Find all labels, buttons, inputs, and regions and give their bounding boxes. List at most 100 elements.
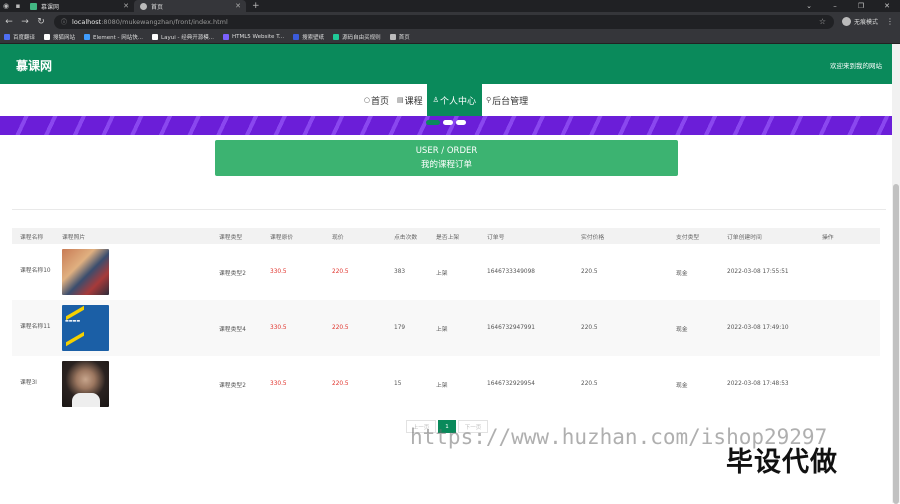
bookmark-icon <box>152 34 159 40</box>
course-photo <box>62 361 109 407</box>
bookmark-item[interactable]: 首页 <box>389 33 410 41</box>
browser-tab-1[interactable]: 首页 ✕ <box>134 0 246 12</box>
column-header: 是否上架 <box>436 234 460 241</box>
course-name-cell: 课程名称11 <box>20 324 51 331</box>
more-menu-icon[interactable]: ⋮ <box>886 17 894 26</box>
order-table: 课程名称 课程照片 课程类型 课程原价 现价 点击次数 是否上架 订单号 实付价格 支付类型 订单创… <box>12 228 880 412</box>
carousel-dot[interactable] <box>456 120 466 125</box>
bookmark-item[interactable]: 搜狐网站 <box>44 33 75 41</box>
bookmark-label: Element - 网站快... <box>93 35 144 41</box>
column-header: 订单号 <box>487 234 505 241</box>
close-icon[interactable]: ✕ <box>123 2 129 10</box>
profile-button[interactable]: 无痕模式 <box>842 17 878 26</box>
bookmark-item[interactable]: 百度翻译 <box>4 33 35 41</box>
bookmark-icon <box>4 34 10 40</box>
bookmark-label: 搜狐网站 <box>53 35 76 41</box>
course-photo-cell <box>54 361 211 407</box>
globe-tab-icon <box>140 2 147 10</box>
forward-icon[interactable]: → <box>18 17 32 27</box>
list-icon: ▤ <box>397 96 404 104</box>
payment-type-cell: 现金 <box>676 270 688 277</box>
banner-carousel <box>0 116 892 135</box>
bookmark-icon <box>44 34 51 40</box>
section-title-box: USER / ORDER 我的课程订单 <box>215 140 678 176</box>
table-row[interactable]: 课程3l 课程类型2 330.5 220.5 15 上架 1646732929954 220.… <box>12 356 880 412</box>
carousel-dot[interactable] <box>443 120 453 125</box>
table-row[interactable]: 课程名称11 ▬▬▬▬ 课程类型4 330.5 220.5 179 上架 1646732947… <box>12 300 880 356</box>
site-logo[interactable]: 慕课网 <box>16 57 52 74</box>
browser-tab-0[interactable]: 慕课网 ✕ <box>24 0 134 12</box>
url-input[interactable]: ⓘ localhost:8080/mukewangzhan/front/inde… <box>54 14 834 29</box>
column-header: 支付类型 <box>676 234 700 241</box>
browser-menu-icon[interactable]: ◉ <box>0 0 12 12</box>
order-number-cell: 1646732929954 <box>487 381 535 387</box>
column-header: 操作 <box>822 234 834 241</box>
reload-icon[interactable]: ↻ <box>34 17 48 27</box>
paid-price-cell: 220.5 <box>581 269 598 275</box>
column-header: 点击次数 <box>394 234 418 241</box>
nav-label: 个人中心 <box>439 96 476 107</box>
bookmark-label: HTML5 Website T... <box>231 34 285 40</box>
payment-type-cell: 现金 <box>676 382 688 389</box>
bookmark-icon <box>333 34 340 40</box>
bookmark-item[interactable]: HTML5 Website T... <box>222 34 285 40</box>
column-header: 课程照片 <box>62 234 86 241</box>
carousel-indicators <box>426 120 469 125</box>
nav-label: 课程 <box>404 96 423 107</box>
carousel-dot[interactable] <box>426 120 440 125</box>
bookmark-item[interactable]: 源码自由买规则 <box>333 33 381 41</box>
bookmark-label: Layui - 经典开源模... <box>161 35 214 41</box>
nav-courses[interactable]: ▤ 课程 <box>393 84 427 116</box>
bookmark-item[interactable]: Layui - 经典开源模... <box>152 33 214 41</box>
page-scrollbar[interactable] <box>892 44 900 504</box>
paid-price-cell: 220.5 <box>581 325 598 331</box>
scrollbar-thumb[interactable] <box>893 184 899 504</box>
back-icon[interactable]: ← <box>2 17 16 27</box>
nav-admin[interactable]: ⚲ 后台管理 <box>482 84 532 116</box>
close-icon[interactable]: ✕ <box>235 2 241 10</box>
bookmark-icon <box>222 34 229 40</box>
minimize-icon[interactable]: – <box>822 0 848 12</box>
browser-tab-search-icon[interactable]: ▪ <box>12 0 24 12</box>
tab-title: 首页 <box>151 3 164 11</box>
bookmark-star-icon[interactable]: ☆ <box>819 17 826 26</box>
on-shelf-cell: 上架 <box>436 270 448 277</box>
nav-home[interactable]: ○ 首页 <box>360 84 393 116</box>
bookmark-icon <box>293 34 300 40</box>
new-tab-button[interactable]: + <box>252 0 260 12</box>
clicks-cell: 15 <box>394 381 402 387</box>
nav-user-center[interactable]: ♙ 个人中心 <box>426 84 482 116</box>
user-icon: ♙ <box>432 96 439 104</box>
info-icon[interactable]: ⓘ <box>61 17 67 26</box>
paid-price-cell: 220.5 <box>581 381 598 387</box>
bookmark-label: 搜索壁纸 <box>302 35 325 41</box>
site-header: 慕课网 欢迎来到我的网站 <box>0 44 892 84</box>
close-window-icon[interactable]: ✕ <box>874 0 900 12</box>
column-header: 课程原价 <box>270 234 294 241</box>
bookmark-label: 百度翻译 <box>13 35 36 41</box>
bookmark-item[interactable]: 搜索壁纸 <box>293 33 324 41</box>
column-header: 现价 <box>332 234 344 241</box>
maximize-icon[interactable]: ❐ <box>848 0 874 12</box>
clicks-cell: 383 <box>394 269 406 275</box>
course-photo: ▬▬▬▬ <box>62 305 109 351</box>
address-bar-row: ← → ↻ ⓘ localhost:8080/mukewangzhan/fron… <box>0 12 900 31</box>
bookmark-item[interactable]: Element - 网站快... <box>84 33 143 41</box>
table-header-row: 课程名称 课程照片 课程类型 课程原价 现价 点击次数 是否上架 订单号 实付价格 支付类型 订单创… <box>12 228 880 244</box>
order-number-cell: 1646732947991 <box>487 325 535 331</box>
course-type-cell: 课程类型4 <box>219 326 246 333</box>
created-time-cell: 2022-03-08 17:48:53 <box>727 381 789 387</box>
tab-title: 慕课网 <box>41 3 60 11</box>
column-header: 订单创建时间 <box>727 234 762 241</box>
created-time-cell: 2022-03-08 17:55:51 <box>727 269 789 275</box>
table-row[interactable]: 课程名称10 课程类型2 330.5 220.5 383 上架 1646733349098 2… <box>12 244 880 300</box>
clicks-cell: 179 <box>394 325 406 331</box>
price-cell: 220.5 <box>332 381 349 387</box>
watermark-text: 毕设代做 <box>726 447 838 478</box>
bookmark-label: 首页 <box>398 35 410 41</box>
section-title-en: USER / ORDER <box>415 146 478 156</box>
tab-dropdown-icon[interactable]: ⌄ <box>796 0 822 12</box>
url-path: :8080/mukewangzhan/front/index.html <box>101 17 228 26</box>
window-controls: ⌄ – ❐ ✕ <box>796 0 900 12</box>
link-icon: ⚲ <box>485 96 492 104</box>
